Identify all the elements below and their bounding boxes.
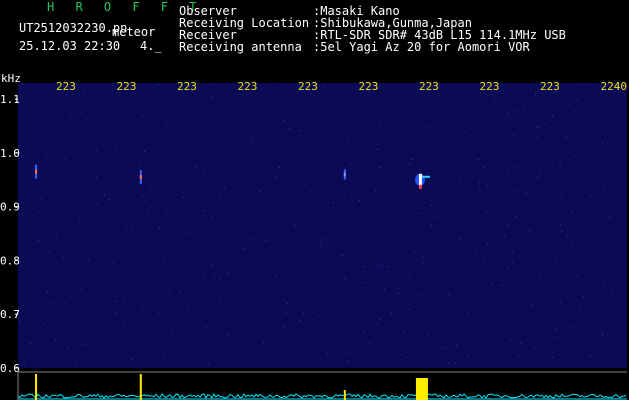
spectrogram-panel: kHz 1.1 1.0 0.9 0.8 0.7 0.6 223 223 223 223 223 223 2… [0, 68, 629, 400]
x-tick-label: 223 [56, 80, 76, 93]
meteor-echo-core [343, 172, 346, 177]
x-tick-label: 223 [238, 80, 258, 93]
timestamp-label: 25.12.03 22:30 [19, 39, 121, 53]
power-spike [139, 374, 142, 400]
power-spike [415, 378, 428, 400]
y-tick-label: 0.8 [0, 254, 20, 267]
x-tick-label: 223 [540, 80, 560, 93]
y-tick-label: 1.1 [0, 93, 20, 106]
antenna-label: Receiving antenna [179, 40, 302, 54]
x-tick-label: 223 [177, 80, 197, 93]
y-tick-label: 1.0 [0, 147, 20, 160]
meteor-echo-core [35, 169, 38, 174]
filename-suffix: meteor [112, 25, 156, 39]
power-spike [35, 374, 38, 400]
meteor-echo-core [418, 173, 422, 186]
y-tick-label: 0.6 [0, 362, 20, 375]
spectrum-background [18, 83, 627, 368]
gain-value: 4._ [140, 39, 162, 53]
meteor-echo-hot [418, 184, 422, 189]
x-tick-label: 223 [298, 80, 318, 93]
power-spike [343, 390, 346, 400]
spectrogram-chart: kHz 1.1 1.0 0.9 0.8 0.7 0.6 223 223 223 223 223 223 2… [0, 72, 628, 400]
meteor-echo-tail [421, 175, 430, 178]
x-tick-label: 223 [117, 80, 137, 93]
x-tick-label: 223 [419, 80, 439, 93]
hrofft-window: H R O F F T UT2512032230.pn meteor 25.12… [0, 0, 629, 400]
meteor-echo-core [139, 175, 142, 180]
x-tick-label: 223 [359, 80, 379, 93]
x-tick-label: 223 [480, 80, 500, 93]
antenna-value: :5el Yagi Az 20 for Aomori VOR [313, 40, 530, 54]
power-trace [17, 393, 627, 399]
y-tick-label: 0.9 [0, 201, 20, 214]
y-axis-unit-label: kHz [1, 72, 21, 85]
y-tick-label: 0.7 [0, 308, 20, 321]
x-tick-label: 2240 [601, 80, 628, 93]
